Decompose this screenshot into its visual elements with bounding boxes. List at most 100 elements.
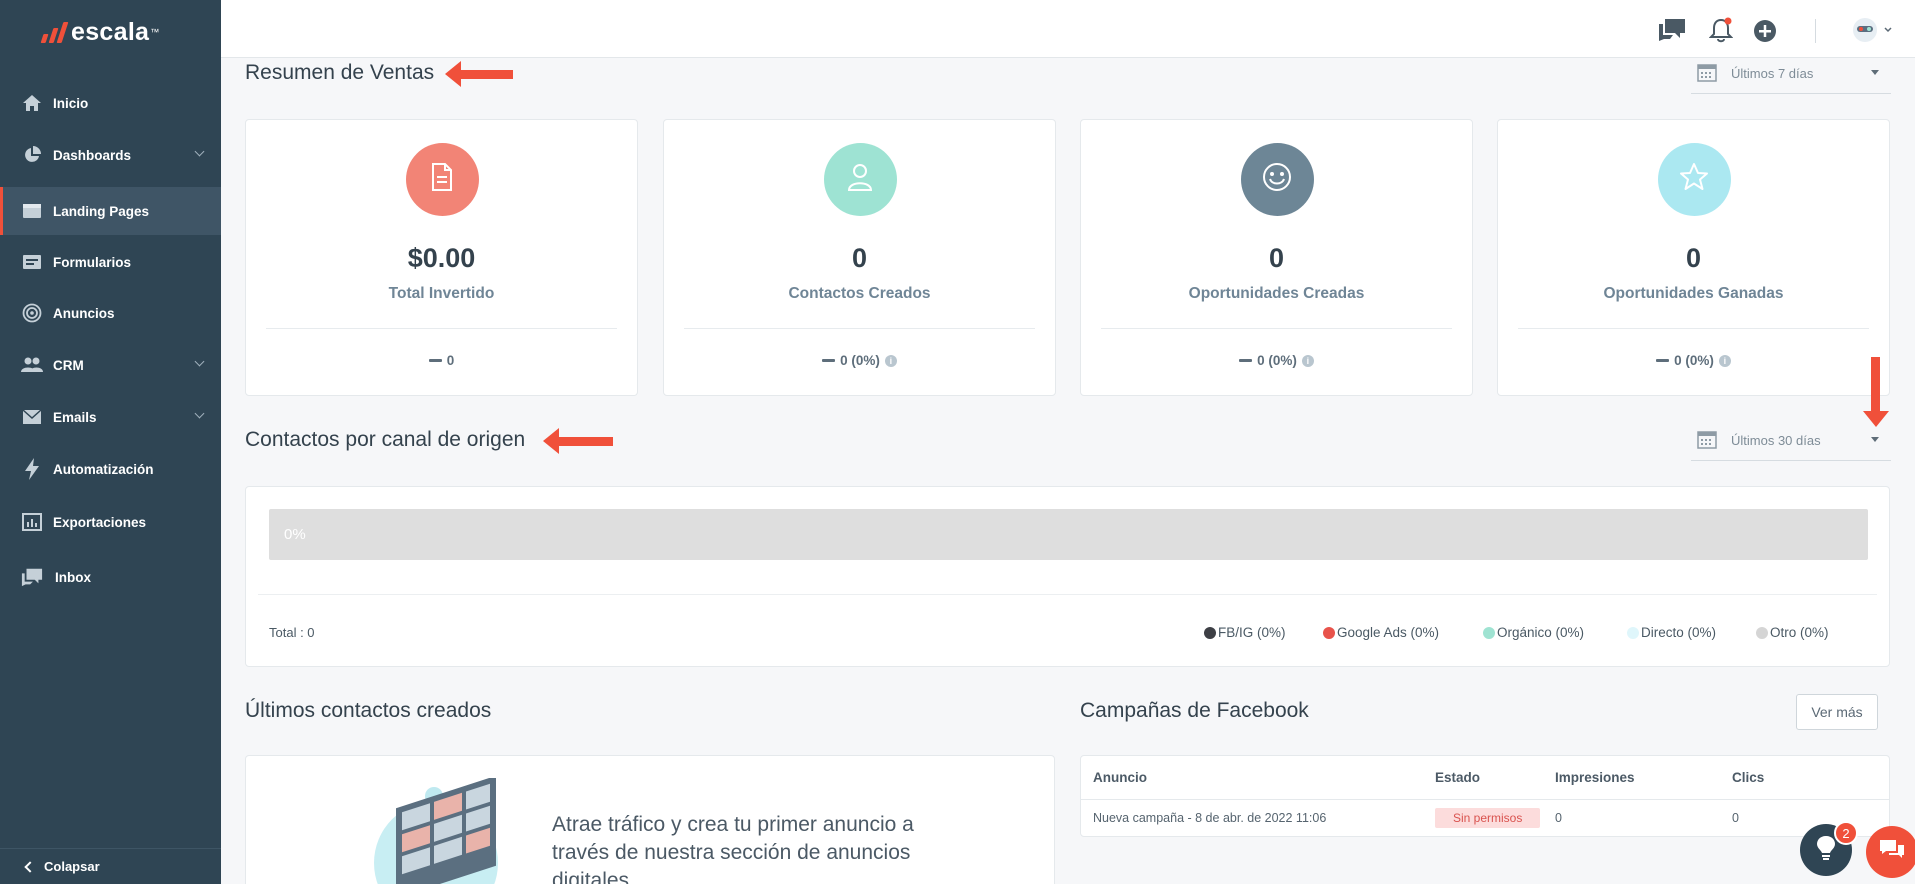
- kpi-delta-value: 0 (0%): [1674, 353, 1714, 368]
- plus-circle-icon[interactable]: [1753, 19, 1777, 48]
- legend-item: Orgánico (0%): [1483, 625, 1584, 640]
- kpi-value: 0: [1685, 243, 1702, 273]
- chat-bubbles-icon: [1878, 838, 1906, 867]
- legend-swatch: [1756, 626, 1768, 639]
- sidebar-item-label: Inicio: [53, 95, 89, 111]
- cell-anuncio: Nueva campaña - 8 de abr. de 2022 11:06: [1093, 811, 1327, 826]
- home-icon: [21, 92, 43, 114]
- origin-total: Total : 0: [269, 625, 315, 640]
- logo-mark-icon: [40, 21, 69, 43]
- sidebar-item-automatizacion[interactable]: Automatización: [0, 446, 221, 492]
- caret-down-icon: [1871, 437, 1879, 442]
- legend-item: Directo (0%): [1627, 625, 1716, 640]
- legend-item: Google Ads (0%): [1323, 625, 1439, 640]
- origin-date-range-select[interactable]: Últimos 30 días: [1691, 421, 1891, 461]
- empty-state-text: Atrae tráfico y crea tu primer anuncio a…: [552, 813, 914, 884]
- sidebar-item-anuncios[interactable]: Anuncios: [0, 290, 221, 336]
- person-icon: [847, 163, 873, 196]
- kpi-card: 0 Oportunidades Creadas 0 (0%) i: [1080, 119, 1473, 396]
- origin-card: 0% Total : 0 FB/IG (0%) Google Ads (0%) Or…: [245, 486, 1890, 667]
- status-badge: Sin permisos: [1435, 808, 1541, 829]
- legend-swatch: [1627, 626, 1639, 639]
- see-more-button[interactable]: Ver más: [1796, 694, 1878, 730]
- pie-chart-icon: [21, 144, 43, 166]
- sales-date-range-select[interactable]: Últimos 7 días: [1691, 54, 1891, 94]
- facebook-campaigns-table: Anuncio Estado Impresiones Clics Nueva c…: [1081, 756, 1889, 837]
- kpi-icon-circle: [405, 143, 479, 216]
- sidebar-item-label: Inbox: [55, 569, 91, 585]
- column-header-estado: Estado: [1423, 756, 1543, 800]
- sidebar-item-label: Automatización: [53, 461, 154, 477]
- divider: [1518, 328, 1869, 329]
- calendar-icon: [1697, 429, 1717, 452]
- sidebar-item-label: Landing Pages: [53, 203, 150, 219]
- lightbulb-icon: [1816, 835, 1836, 866]
- chat-bubbles-icon: [21, 566, 43, 588]
- user-avatar[interactable]: [1851, 16, 1893, 49]
- column-header-anuncio: Anuncio: [1081, 756, 1423, 800]
- table-row[interactable]: Nueva campaña - 8 de abr. de 2022 11:06 …: [1081, 799, 1889, 837]
- brand-name: escala: [71, 17, 150, 46]
- dash-icon: [1656, 359, 1670, 362]
- info-icon[interactable]: i: [1718, 354, 1731, 367]
- sidebar-item-inbox[interactable]: Inbox: [0, 554, 221, 600]
- sidebar-item-exportaciones[interactable]: Exportaciones: [0, 499, 221, 545]
- column-header-impresiones: Impresiones: [1543, 756, 1720, 800]
- sidebar-item-dashboards[interactable]: Dashboards: [0, 132, 221, 178]
- legend-item: FB/IG (0%): [1204, 625, 1286, 640]
- chevron-down-icon: [194, 146, 205, 157]
- kpi-label: Oportunidades Ganadas: [1603, 285, 1784, 302]
- escala-logo[interactable]: escala ™: [0, 0, 221, 64]
- legend-swatch: [1483, 626, 1495, 639]
- chevron-left-icon: [24, 860, 36, 873]
- star-icon: [1679, 162, 1709, 197]
- date-range-value: Últimos 30 días: [1731, 433, 1821, 448]
- info-icon[interactable]: i: [884, 354, 897, 367]
- divider: [684, 328, 1035, 329]
- kpi-card: 0 Contactos Creados 0 (0%) i: [663, 119, 1056, 396]
- divider: [1101, 328, 1452, 329]
- collapse-sidebar-button[interactable]: Colapsar: [0, 848, 221, 884]
- sales-summary-title: Resumen de Ventas: [245, 61, 435, 84]
- kpi-label: Contactos Creados: [788, 285, 931, 302]
- origin-title: Contactos por canal de origen: [245, 428, 526, 451]
- sidebar-item-label: Dashboards: [53, 147, 132, 163]
- kpi-value: 0: [851, 243, 868, 273]
- sidebar-item-emails[interactable]: Emails: [0, 394, 221, 440]
- annotation-arrow-left: [543, 428, 613, 454]
- column-header-clics: Clics: [1720, 756, 1889, 800]
- chat-icon[interactable]: [1658, 18, 1686, 47]
- sidebar: escala™ Inicio Dashboards Landing Pages: [0, 0, 221, 884]
- cell-clics: 0: [1732, 811, 1739, 826]
- topbar-divider: [1815, 19, 1816, 43]
- kpi-value: $0.00: [407, 243, 476, 273]
- annotation-arrow-left: [445, 61, 513, 87]
- legend-label: Directo (0%): [1641, 625, 1717, 640]
- bell-icon[interactable]: [1708, 17, 1734, 48]
- kpi-delta-value: 0: [446, 353, 455, 368]
- cell-impresiones: 0: [1555, 811, 1562, 826]
- ads-illustration: [366, 775, 541, 884]
- sidebar-item-crm[interactable]: CRM: [0, 342, 221, 388]
- annotation-arrow-down: [1863, 357, 1889, 427]
- legend-label: Orgánico (0%): [1497, 625, 1585, 640]
- document-icon: [430, 163, 454, 196]
- sidebar-item-inicio[interactable]: Inicio: [0, 80, 221, 126]
- help-notification-badge: 2: [1834, 821, 1858, 845]
- sidebar-item-landing-pages[interactable]: Landing Pages: [0, 187, 221, 235]
- legend-label: FB/IG (0%): [1218, 625, 1286, 640]
- info-icon[interactable]: i: [1301, 354, 1314, 367]
- facebook-campaigns-table-card: Anuncio Estado Impresiones Clics Nueva c…: [1080, 755, 1890, 837]
- cell-estado: Sin permisos: [1423, 799, 1543, 837]
- origin-progress-bar: 0%: [269, 509, 1868, 560]
- divider: [258, 594, 1877, 595]
- smiley-icon: [1262, 162, 1292, 197]
- chevron-down-icon: [194, 408, 205, 419]
- kpi-delta: 0 (0%) i: [1498, 353, 1889, 368]
- kpi-delta-value: 0 (0%): [1257, 353, 1297, 368]
- kpi-value: 0: [1268, 243, 1285, 273]
- sidebar-item-formularios[interactable]: Formularios: [0, 239, 221, 285]
- caret-down-icon: [1871, 70, 1879, 75]
- kpi-delta: 0: [246, 353, 637, 368]
- live-chat-button[interactable]: [1866, 826, 1915, 878]
